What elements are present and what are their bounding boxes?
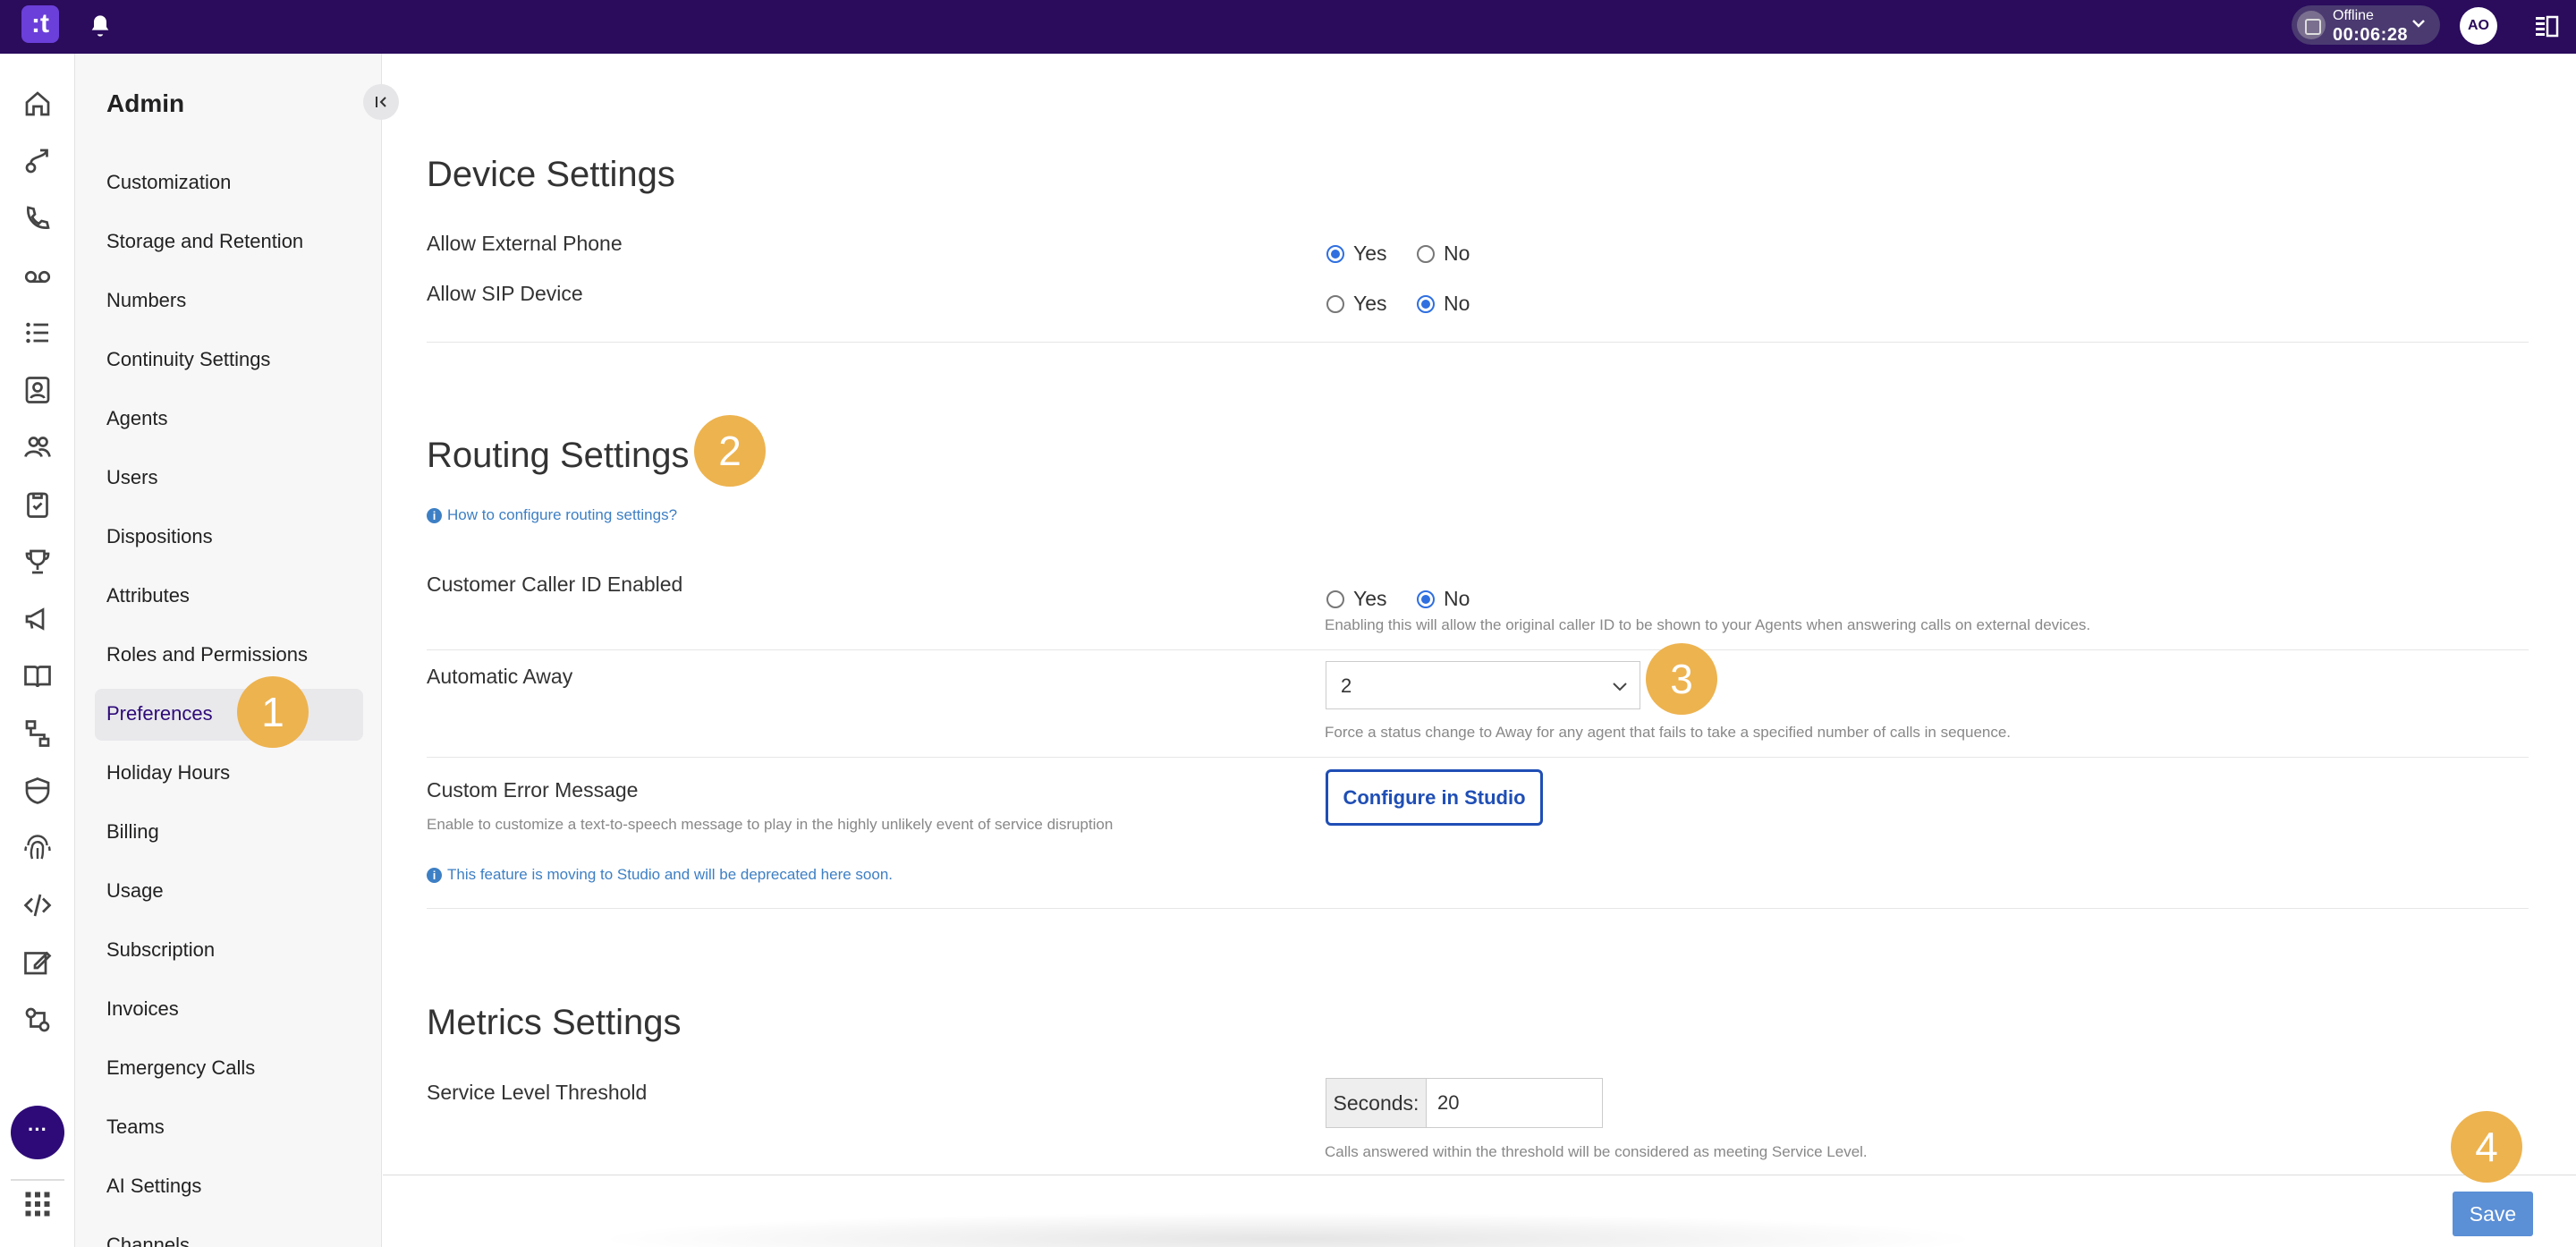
flow-icon[interactable] [21,717,54,750]
agent-status-selector[interactable]: Offline 00:06:28 [2292,5,2440,45]
save-button[interactable]: Save [2453,1192,2533,1236]
sidebar-item-agents[interactable]: Agents [106,407,168,430]
sidebar-item-users[interactable]: Users [106,466,157,489]
edit-icon[interactable] [21,946,54,979]
sidebar-item-numbers[interactable]: Numbers [106,289,186,312]
sidebar-item-teams[interactable]: Teams [106,1116,165,1139]
footer-shadow [590,1212,1986,1247]
divider [427,908,2529,909]
sidebar-item-holiday-hours[interactable]: Holiday Hours [106,761,230,785]
allow-external-phone-label: Allow External Phone [427,232,623,255]
apps-grid-icon[interactable] [21,1188,54,1220]
home-icon[interactable] [21,88,54,120]
more-apps-button[interactable]: ··· [11,1106,64,1159]
fingerprint-icon[interactable] [21,832,54,864]
metrics-settings-heading: Metrics Settings [427,1003,682,1042]
sidebar-item-continuity-settings[interactable]: Continuity Settings [106,348,270,371]
app-logo[interactable]: :t [21,5,59,43]
step-badge-3: 3 [1646,643,1717,715]
studio-deprecation-notice: i This feature is moving to Studio and wi… [427,866,893,884]
shield-icon[interactable] [21,775,54,807]
phone-icon[interactable] [21,202,54,234]
status-label: Offline [2333,8,2374,23]
step-badge-2: 2 [694,415,766,487]
trophy-icon[interactable] [21,546,54,578]
sidebar-item-preferences[interactable]: Preferences [106,702,213,725]
rail-divider [11,1179,64,1181]
book-icon[interactable] [21,660,54,692]
list-icon[interactable] [21,317,54,349]
routing-help-link[interactable]: i How to configure routing settings? [427,506,677,524]
sidebar-item-attributes[interactable]: Attributes [106,584,190,607]
automatic-away-select[interactable]: 2 [1326,661,1640,709]
service-level-threshold-input[interactable]: 20 [1437,1091,1459,1115]
voicemail-icon[interactable] [21,259,54,292]
top-bar: :t Offline 00:06:28 AO [0,0,2576,54]
chevron-down-icon [1613,683,1627,691]
automatic-away-label: Automatic Away [427,665,573,688]
info-icon: i [427,868,442,883]
settings-flow-icon[interactable] [21,1004,54,1036]
bell-icon[interactable] [88,13,113,39]
device-settings-heading: Device Settings [427,155,675,194]
sidebar-item-roles-permissions[interactable]: Roles and Permissions [106,643,308,666]
main-content: Device Settings Allow External Phone Yes… [383,54,2576,1247]
service-level-threshold-input-group: Seconds: 20 [1326,1078,1603,1128]
agent-routing-icon[interactable] [21,145,54,177]
chevron-down-icon [2412,20,2425,28]
sidebar-item-billing[interactable]: Billing [106,820,159,844]
sidebar-item-dispositions[interactable]: Dispositions [106,525,213,548]
info-icon: i [427,508,442,523]
caller-id-description: Enabling this will allow the original ca… [1325,616,2091,633]
divider [427,649,2529,650]
contact-book-icon[interactable] [21,374,54,406]
service-level-description: Calls answered within the threshold will… [1325,1143,1868,1160]
routing-settings-heading: Routing Settings [427,436,690,475]
sidebar-item-subscription[interactable]: Subscription [106,938,215,962]
status-icon [2297,11,2326,39]
side-panel-icon[interactable] [2533,13,2560,40]
sidebar-item-usage[interactable]: Usage [106,879,164,903]
sidebar-item-emergency-calls[interactable]: Emergency Calls [106,1056,255,1080]
step-badge-4: 4 [2451,1111,2522,1183]
custom-error-label: Custom Error Message [427,778,639,802]
avatar[interactable]: AO [2460,7,2497,45]
team-icon[interactable] [21,431,54,463]
custom-error-description: Enable to customize a text-to-speech mes… [427,816,1114,833]
divider [427,342,2529,343]
admin-sidebar: Admin Customization Storage and Retentio… [75,54,399,1247]
step-badge-1: 1 [237,676,309,748]
code-icon[interactable] [21,889,54,921]
caller-id-label: Customer Caller ID Enabled [427,573,683,596]
megaphone-icon[interactable] [21,603,54,635]
seconds-addon: Seconds: [1326,1079,1427,1127]
sidebar-item-storage-retention[interactable]: Storage and Retention [106,230,303,253]
clipboard-icon[interactable] [21,488,54,521]
status-timer: 00:06:28 [2333,25,2409,45]
configure-in-studio-button[interactable]: Configure in Studio [1326,769,1543,826]
sidebar-item-customization[interactable]: Customization [106,171,231,194]
service-level-threshold-label: Service Level Threshold [427,1081,648,1104]
sidebar-item-ai-settings[interactable]: AI Settings [106,1175,201,1198]
divider [427,757,2529,758]
icon-rail: ··· [0,54,75,1247]
sidebar-title: Admin [106,89,185,117]
allow-sip-device-label: Allow SIP Device [427,282,583,305]
automatic-away-description: Force a status change to Away for any ag… [1325,724,2012,741]
sidebar-item-invoices[interactable]: Invoices [106,997,179,1021]
sidebar-item-channels[interactable]: Channels [106,1234,190,1247]
